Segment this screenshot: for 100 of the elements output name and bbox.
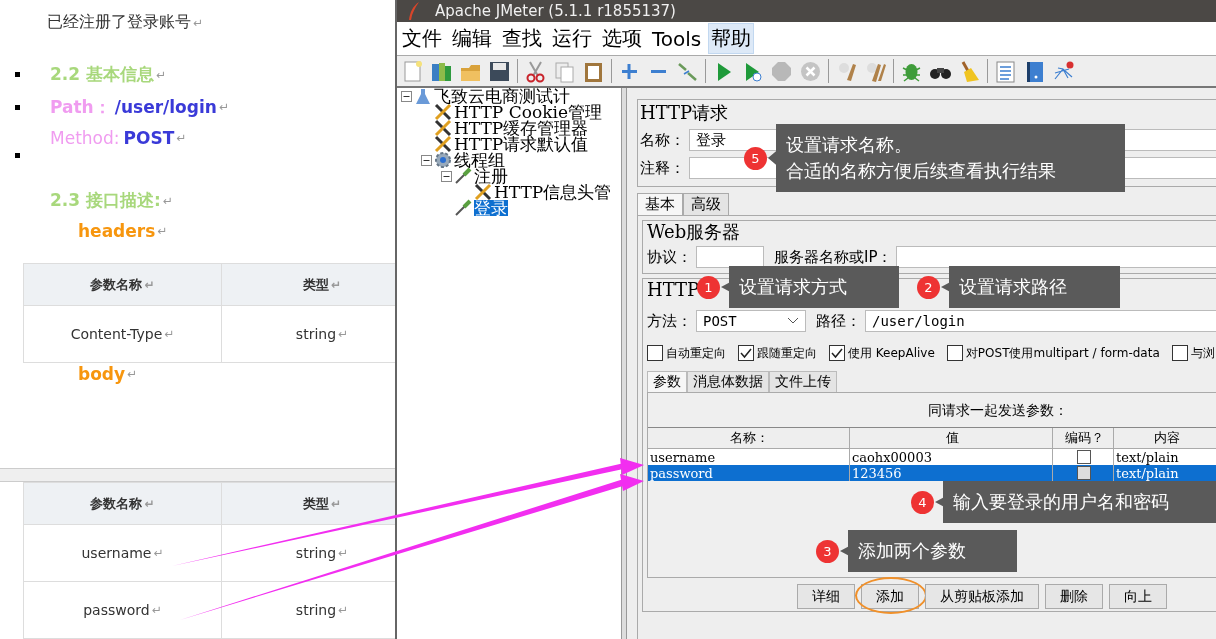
tooltip-text: 设置请求名称。 xyxy=(786,133,912,157)
table-row[interactable]: password 123456 text/plain xyxy=(648,465,1216,481)
action-button[interactable]: 详细 xyxy=(797,584,855,609)
checkbox[interactable] xyxy=(829,345,845,361)
method-dropdown[interactable]: POST xyxy=(696,310,806,332)
tab[interactable]: 文件上传 xyxy=(769,371,837,392)
server-field[interactable] xyxy=(896,246,1216,268)
paragraph-text: 已经注册了登录账号 xyxy=(47,12,191,33)
tooltip-text: 输入要登录的用户名和密码 xyxy=(953,490,1169,514)
tools-icon xyxy=(474,183,492,201)
pipette-icon xyxy=(454,199,472,217)
checkbox[interactable] xyxy=(738,345,754,361)
checkbox[interactable] xyxy=(1077,450,1091,464)
paragraph-mark: ↵ xyxy=(176,131,187,145)
tab[interactable]: 参数 xyxy=(647,371,687,392)
checkbox[interactable] xyxy=(647,345,663,361)
tab[interactable]: 高级 xyxy=(683,193,729,215)
tree-item[interactable]: HTTP请求默认值 xyxy=(454,136,589,152)
protocol-label: 协议： xyxy=(647,247,692,267)
gear-icon xyxy=(434,151,452,169)
parameters-caption: 同请求一起发送参数： xyxy=(927,401,1069,420)
checkbox[interactable] xyxy=(1171,345,1188,361)
cell-text: Content-Type xyxy=(70,326,163,342)
checkbox[interactable] xyxy=(1077,466,1091,480)
action-button[interactable]: 向上 xyxy=(1109,584,1167,609)
group-title: Web服务器 xyxy=(647,221,741,243)
list-icon[interactable] xyxy=(994,59,1017,83)
checkbox-label: 使用 KeepAlive xyxy=(848,344,935,362)
tools-icon xyxy=(434,135,452,153)
window-title: Apache JMeter (5.1.1 r1855137) xyxy=(435,2,676,20)
tab[interactable]: 基本 xyxy=(637,193,683,215)
table-row[interactable]: username caohx00003 text/plain xyxy=(648,449,1216,465)
menu-item[interactable]: 编辑 xyxy=(449,23,495,54)
tooltip-text: 设置请求方式 xyxy=(739,275,847,299)
checkbox[interactable] xyxy=(946,345,963,361)
tree-item[interactable]: HTTP信息头管 xyxy=(494,184,612,200)
feather-icon xyxy=(407,1,421,21)
field-label: Path： xyxy=(50,95,111,119)
tree-item[interactable]: 登录 xyxy=(474,200,508,216)
paragraph-mark: ↵ xyxy=(330,496,342,511)
paragraph-mark: ↵ xyxy=(338,327,349,341)
collapse-icon[interactable] xyxy=(421,154,432,166)
section-heading: 2.3 接口描述: xyxy=(50,189,161,212)
action-button[interactable]: 添加 xyxy=(861,584,919,609)
cell-text: string xyxy=(295,326,337,342)
menu-item[interactable]: 运行 xyxy=(549,23,595,54)
checkbox-label: 与浏 xyxy=(1190,344,1215,362)
paragraph-mark: ↵ xyxy=(338,603,349,617)
collapse-icon[interactable] xyxy=(441,170,452,182)
paragraph-mark: ↵ xyxy=(151,603,162,617)
action-button[interactable]: 从剪贴板添加 xyxy=(925,584,1039,609)
checkbox-label: 自动重定向 xyxy=(666,344,726,362)
field-label: Method: xyxy=(50,128,120,148)
save-icon[interactable] xyxy=(488,59,511,83)
collapse-icon[interactable] xyxy=(401,90,412,102)
action-button[interactable]: 删除 xyxy=(1045,584,1103,609)
tooltip-text: 设置请求路径 xyxy=(959,275,1067,299)
tree-item[interactable]: 注册 xyxy=(474,168,508,184)
column-heading: 类型 xyxy=(302,275,329,294)
scissors-icon[interactable] xyxy=(524,59,547,83)
group-title: HTTP xyxy=(647,279,700,301)
cell-text: string xyxy=(295,602,337,618)
cell-text: password xyxy=(83,602,150,618)
paragraph-mark: ↵ xyxy=(144,277,155,292)
path-field[interactable]: /user/login xyxy=(865,310,1216,332)
menu-item[interactable]: 文件 xyxy=(399,23,445,54)
paragraph-mark: ↵ xyxy=(153,546,164,560)
tree-item[interactable]: 线程组 xyxy=(454,152,505,168)
cell-text: string xyxy=(295,545,337,561)
menu-item[interactable]: 选项 xyxy=(599,23,645,54)
flask-icon xyxy=(414,87,432,105)
subsection-label: headers xyxy=(78,221,156,241)
tree-item[interactable]: 飞致云电商测试计 xyxy=(434,88,570,104)
paragraph-mark: ↵ xyxy=(164,327,175,341)
name-label: 名称： xyxy=(640,130,685,150)
tree-item[interactable]: HTTP Cookie管理 xyxy=(454,104,602,120)
method-label: 方法： xyxy=(647,311,692,331)
table-cell: password xyxy=(648,465,850,481)
tree-item[interactable]: HTTP缓存管理器 xyxy=(454,120,589,136)
paragraph-mark: ↵ xyxy=(218,100,229,114)
paragraph-mark: ↵ xyxy=(144,496,155,511)
comment-label: 注释： xyxy=(640,158,685,178)
checkbox-label: 对POST使用multipart / form-data xyxy=(965,344,1160,362)
menu-item[interactable]: 帮助 xyxy=(708,23,755,54)
paragraph-mark: ↵ xyxy=(162,193,173,208)
paragraph-mark: ↵ xyxy=(156,67,167,82)
path-label: 路径： xyxy=(816,311,861,331)
menu-item[interactable]: Tools xyxy=(649,24,705,53)
paragraph-mark: ↵ xyxy=(157,224,168,238)
paragraph-mark: ↵ xyxy=(338,546,349,560)
column-heading: 参数名称 xyxy=(90,494,143,513)
protocol-field[interactable] xyxy=(696,246,764,268)
paragraph-mark: ↵ xyxy=(330,277,342,292)
menu-item[interactable]: 查找 xyxy=(499,23,545,54)
pipette-icon xyxy=(454,167,472,185)
cell-text: username xyxy=(81,545,152,561)
tab[interactable]: 消息体数据 xyxy=(687,371,769,392)
column-heading: 参数名称 xyxy=(90,275,143,294)
section-heading: 2.2 基本信息 xyxy=(50,63,155,86)
checkbox-label: 跟随重定向 xyxy=(757,344,817,362)
